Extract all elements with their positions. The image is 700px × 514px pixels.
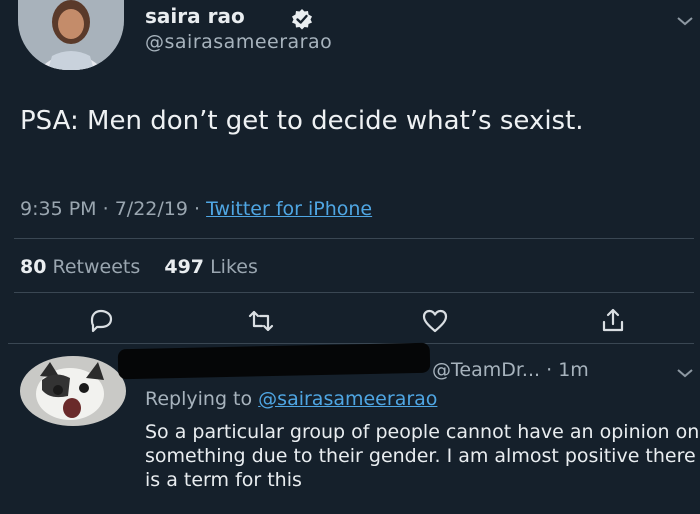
retweet-icon[interactable] <box>246 306 276 336</box>
tweet-stats: 80 Retweets 497 Likes <box>20 256 258 278</box>
reply-icon[interactable] <box>86 306 116 336</box>
replying-handle-link[interactable]: @sairasameerarao <box>258 388 437 410</box>
reply-time: 1m <box>558 359 589 381</box>
author-avatar[interactable] <box>18 0 124 70</box>
tweet-meta: 9:35 PM · 7/22/19 · Twitter for iPhone <box>20 198 372 220</box>
meta-separator: · <box>546 359 559 381</box>
replying-to: Replying to @sairasameerarao <box>145 388 437 410</box>
likes-label[interactable]: Likes <box>210 256 258 278</box>
retweets-label[interactable]: Retweets <box>53 256 141 278</box>
retweets-count[interactable]: 80 <box>20 256 46 278</box>
reply-text: So a particular group of people cannot h… <box>145 421 700 491</box>
meta-separator: · <box>102 198 115 220</box>
reply-header: @TeamDr... · 1m <box>432 359 589 381</box>
likes-count[interactable]: 497 <box>164 256 204 278</box>
verified-icon <box>291 8 313 30</box>
chevron-down-icon[interactable] <box>676 12 694 31</box>
tweet-text: PSA: Men don’t get to decide what’s sexi… <box>20 106 584 136</box>
redaction-mark <box>117 342 431 380</box>
author-handle[interactable]: @sairasameerarao <box>145 31 332 53</box>
divider <box>14 238 694 239</box>
author-name[interactable]: saira rao <box>145 4 245 28</box>
divider <box>14 292 694 293</box>
share-icon[interactable] <box>598 306 628 336</box>
replying-label: Replying to <box>145 388 253 410</box>
tweet-time: 9:35 PM <box>20 198 97 220</box>
like-icon[interactable] <box>420 306 450 336</box>
tweet-date: 7/22/19 <box>114 198 188 220</box>
reply-handle[interactable]: @TeamDr... <box>432 359 540 381</box>
meta-separator: · <box>194 198 207 220</box>
tweet-source-link[interactable]: Twitter for iPhone <box>206 198 372 220</box>
chevron-down-icon[interactable] <box>676 364 694 383</box>
reply-avatar[interactable] <box>20 356 126 426</box>
